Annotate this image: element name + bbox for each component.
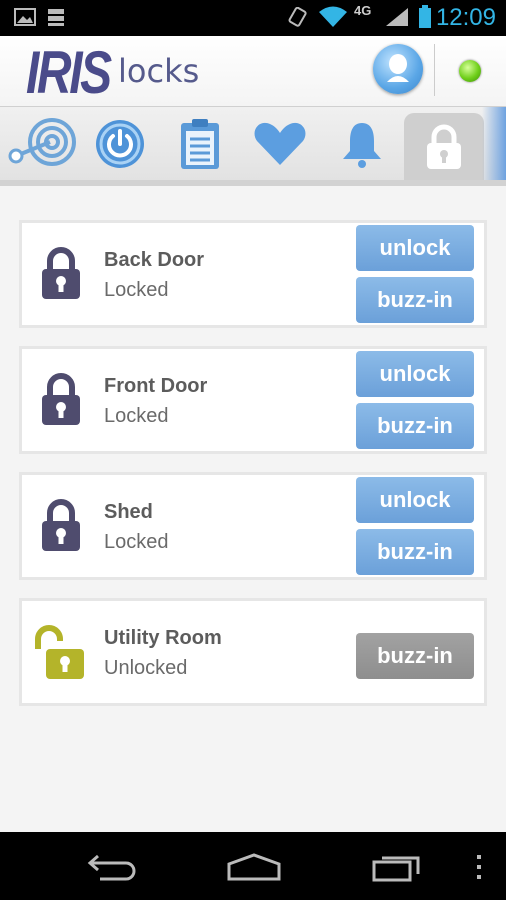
locked-icon bbox=[42, 247, 80, 299]
tab-history[interactable] bbox=[160, 107, 240, 181]
nav-scroll-edge bbox=[482, 107, 506, 181]
unlocked-icon bbox=[35, 625, 84, 679]
home-icon[interactable] bbox=[226, 852, 282, 882]
device-name: Shed bbox=[104, 501, 153, 523]
lock-list: Back Door Locked unlock buzz-in Front Do… bbox=[0, 186, 506, 832]
buzz-in-button[interactable]: buzz-in bbox=[356, 277, 474, 323]
bell-icon bbox=[343, 123, 381, 168]
header-divider bbox=[434, 44, 435, 96]
system-nav-bar bbox=[0, 832, 506, 900]
lock-card-utility-room: Utility Room Unlocked buzz-in bbox=[19, 598, 487, 706]
rotate-icon bbox=[288, 7, 307, 27]
unlock-button[interactable]: unlock bbox=[356, 225, 474, 271]
tab-power[interactable] bbox=[80, 107, 160, 181]
tab-care[interactable] bbox=[240, 107, 320, 181]
clipboard-icon bbox=[181, 119, 219, 169]
signal-icon bbox=[386, 8, 408, 26]
tab-alarms[interactable] bbox=[322, 107, 402, 181]
network-type: 4G bbox=[354, 3, 372, 18]
app-logo: IRIS bbox=[26, 39, 112, 106]
back-icon[interactable] bbox=[86, 852, 138, 882]
buzz-in-button[interactable]: buzz-in bbox=[356, 403, 474, 449]
lock-card-front-door: Front Door Locked unlock buzz-in bbox=[19, 346, 487, 454]
device-status: Locked bbox=[104, 531, 169, 553]
device-status: Locked bbox=[104, 405, 169, 427]
device-name: Back Door bbox=[104, 249, 205, 271]
power-icon bbox=[96, 120, 144, 168]
locked-icon bbox=[42, 499, 80, 551]
lock-icon bbox=[427, 124, 461, 169]
device-name: Front Door bbox=[104, 375, 208, 397]
status-bar: 4G 12:09 bbox=[0, 0, 506, 36]
buzz-in-button[interactable]: buzz-in bbox=[356, 529, 474, 575]
lock-card-back-door: Back Door Locked unlock buzz-in bbox=[19, 220, 487, 328]
device-status: Unlocked bbox=[104, 657, 188, 679]
clock: 12:09 bbox=[435, 4, 496, 31]
category-nav bbox=[0, 106, 506, 181]
tab-locks[interactable] bbox=[404, 113, 484, 181]
battery-icon bbox=[419, 5, 431, 28]
microphone-button[interactable] bbox=[373, 44, 423, 94]
wifi-icon bbox=[319, 6, 347, 27]
connection-status-icon[interactable] bbox=[459, 60, 481, 82]
lock-card-shed: Shed Locked unlock buzz-in bbox=[19, 472, 487, 580]
recent-apps-icon[interactable] bbox=[370, 852, 422, 882]
buzz-in-button[interactable]: buzz-in bbox=[356, 633, 474, 679]
storage-icon bbox=[48, 9, 64, 26]
unlock-button[interactable]: unlock bbox=[356, 351, 474, 397]
range-icon bbox=[8, 118, 76, 166]
tab-dashboard[interactable] bbox=[0, 107, 80, 181]
page-title: locks bbox=[118, 52, 200, 90]
app-header: IRIS locks bbox=[0, 36, 506, 106]
device-name: Utility Room bbox=[104, 627, 222, 649]
unlock-button[interactable]: unlock bbox=[356, 477, 474, 523]
microphone-icon bbox=[387, 54, 409, 82]
device-status: Locked bbox=[104, 279, 169, 301]
heart-icon bbox=[254, 122, 306, 165]
gallery-icon bbox=[14, 8, 36, 26]
menu-icon[interactable] bbox=[472, 852, 486, 882]
locked-icon bbox=[42, 373, 80, 425]
